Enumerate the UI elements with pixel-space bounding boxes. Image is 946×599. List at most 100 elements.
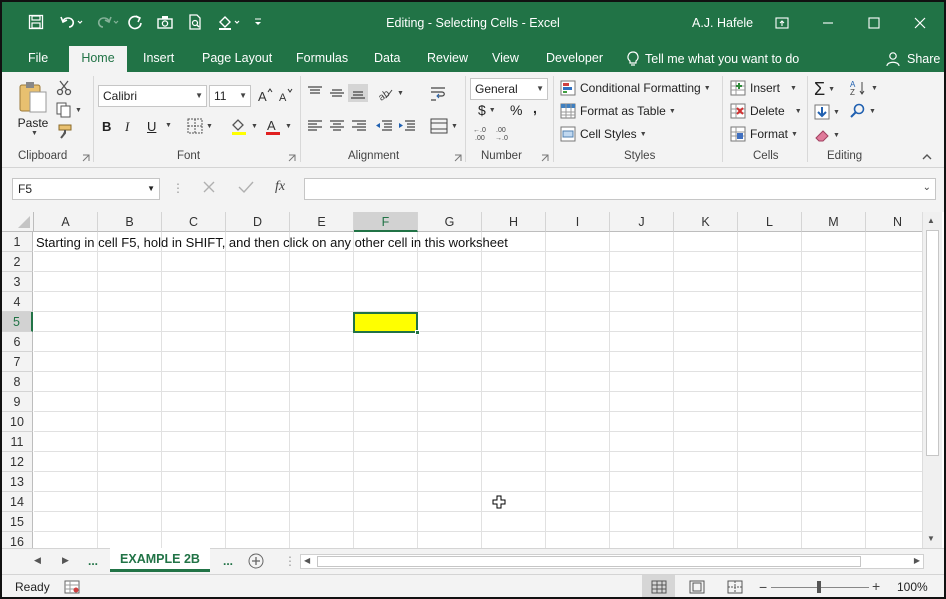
delete-cells-button[interactable]: Delete ▼ — [730, 103, 802, 119]
format-as-table-button[interactable]: Format as Table ▼ — [560, 103, 676, 119]
tab-insert[interactable]: Insert — [143, 51, 174, 65]
merge-center-icon[interactable]: ▼ — [430, 118, 458, 134]
borders-icon[interactable]: ▼ — [187, 118, 213, 134]
row-header-8[interactable]: 8 — [2, 372, 33, 392]
row-header-13[interactable]: 13 — [2, 472, 33, 492]
cell-styles-button[interactable]: Cell Styles ▼ — [560, 126, 647, 142]
tab-home[interactable]: Home — [69, 46, 127, 72]
horizontal-scroll-thumb[interactable] — [317, 556, 861, 567]
insert-function-button[interactable]: fx — [275, 179, 285, 195]
font-color-icon[interactable]: A ▼ — [264, 117, 292, 135]
column-header-E[interactable]: E — [290, 212, 354, 232]
decrease-decimal-icon[interactable]: .00 →.0 — [495, 125, 513, 141]
row-header-3[interactable]: 3 — [2, 272, 33, 292]
middle-align-icon[interactable] — [329, 86, 345, 100]
column-header-B[interactable]: B — [98, 212, 162, 232]
column-header-G[interactable]: G — [418, 212, 482, 232]
align-center-icon[interactable] — [329, 119, 345, 133]
fill-handle[interactable] — [415, 330, 420, 335]
tab-file[interactable]: File — [28, 51, 48, 65]
undo-icon[interactable] — [56, 11, 86, 33]
clipboard-launcher-icon[interactable] — [82, 154, 90, 162]
currency-button[interactable]: $ ▼ — [478, 102, 496, 118]
align-right-icon[interactable] — [351, 119, 367, 133]
row-header-5[interactable]: 5 — [2, 312, 33, 332]
percent-button[interactable]: % — [510, 102, 522, 118]
scroll-right-icon[interactable]: ▶ — [914, 556, 920, 565]
sort-filter-icon[interactable]: A Z ▼ — [850, 80, 878, 96]
tab-formulas[interactable]: Formulas — [296, 51, 348, 65]
close-icon[interactable] — [897, 8, 943, 38]
worksheet-grid[interactable]: ABCDEFGHIJKLMN 1 2 3 4 5 6 7 8 9 10 11 12 13 14 15 16 S… — [2, 212, 944, 548]
column-header-D[interactable]: D — [226, 212, 290, 232]
prev-sheet-icon[interactable]: ◀ — [34, 555, 41, 566]
font-size-combo[interactable]: 11 ▼ — [209, 85, 251, 107]
collapse-ribbon-icon[interactable] — [921, 152, 933, 162]
ribbon-display-options-icon[interactable] — [759, 8, 805, 38]
row-header-14[interactable]: 14 — [2, 492, 33, 512]
increase-font-icon[interactable]: A — [257, 87, 273, 103]
name-box[interactable]: F5 ▼ — [12, 178, 160, 200]
page-break-preview-icon[interactable] — [727, 580, 743, 594]
zoom-out-icon[interactable]: − — [759, 579, 767, 595]
row-header-15[interactable]: 15 — [2, 512, 33, 532]
tab-page-layout[interactable]: Page Layout — [202, 51, 272, 65]
page-layout-view-icon[interactable] — [689, 580, 705, 594]
horizontal-scrollbar[interactable]: ◀ ▶ — [300, 554, 924, 569]
zoom-in-icon[interactable]: + — [872, 578, 880, 594]
row-header-10[interactable]: 10 — [2, 412, 33, 432]
tell-me-search[interactable]: Tell me what you want to do — [627, 51, 799, 67]
share-button[interactable]: Share — [885, 51, 940, 67]
font-name-combo[interactable]: Calibri ▼ — [98, 85, 207, 107]
selected-cell-F5[interactable] — [353, 312, 420, 335]
redo-icon[interactable] — [92, 11, 122, 33]
save-icon[interactable] — [26, 11, 46, 33]
paste-button[interactable]: Paste ▼ — [16, 80, 50, 137]
column-header-J[interactable]: J — [610, 212, 674, 232]
insert-cells-button[interactable]: Insert ▼ — [730, 80, 797, 96]
zoom-slider-thumb[interactable] — [817, 581, 821, 593]
cancel-entry-icon[interactable] — [202, 180, 216, 194]
italic-button[interactable]: I — [125, 119, 129, 135]
expand-formula-icon[interactable]: ⌄ — [923, 182, 931, 193]
conditional-formatting-button[interactable]: Conditional Formatting ▼ — [560, 80, 711, 96]
new-sheet-icon[interactable] — [248, 553, 264, 569]
column-header-I[interactable]: I — [546, 212, 610, 232]
number-format-combo[interactable]: General ▼ — [470, 78, 548, 100]
vertical-scrollbar[interactable]: ▲ ▼ — [922, 212, 942, 548]
user-name[interactable]: A.J. Hafele — [692, 16, 753, 30]
camera-icon[interactable] — [155, 11, 175, 33]
format-painter-icon[interactable] — [56, 124, 74, 140]
cut-icon[interactable] — [56, 80, 72, 96]
macro-record-icon[interactable] — [64, 580, 80, 594]
sheet-tab-active[interactable]: EXAMPLE 2B — [110, 548, 210, 572]
row-header-6[interactable]: 6 — [2, 332, 33, 352]
scroll-up-icon[interactable]: ▲ — [927, 216, 935, 225]
bold-button[interactable]: B — [102, 119, 111, 134]
column-header-M[interactable]: M — [802, 212, 866, 232]
row-header-1[interactable]: 1 — [2, 232, 33, 252]
font-launcher-icon[interactable] — [288, 154, 296, 162]
column-header-C[interactable]: C — [162, 212, 226, 232]
normal-view-icon[interactable] — [651, 580, 667, 594]
row-header-4[interactable]: 4 — [2, 292, 33, 312]
top-align-icon[interactable] — [307, 86, 323, 100]
format-cells-button[interactable]: Format ▼ — [730, 126, 798, 142]
number-launcher-icon[interactable] — [541, 154, 549, 162]
more-sheets-left[interactable]: ... — [88, 554, 98, 568]
row-header-2[interactable]: 2 — [2, 252, 33, 272]
tab-data[interactable]: Data — [374, 51, 400, 65]
increase-indent-icon[interactable] — [398, 119, 416, 133]
customize-qat-icon[interactable] — [248, 11, 268, 33]
fill-color-icon[interactable]: ▼ — [230, 117, 258, 135]
scroll-down-icon[interactable]: ▼ — [927, 534, 935, 543]
tab-view[interactable]: View — [492, 51, 519, 65]
fill-icon[interactable]: ▼ — [814, 104, 840, 120]
decrease-indent-icon[interactable] — [375, 119, 393, 133]
column-header-A[interactable]: A — [34, 212, 98, 232]
vertical-scroll-thumb[interactable] — [926, 230, 939, 456]
clear-icon[interactable]: ▼ — [814, 127, 840, 143]
column-header-L[interactable]: L — [738, 212, 802, 232]
column-header-F[interactable]: F — [354, 212, 418, 232]
select-all-corner[interactable] — [2, 212, 34, 232]
